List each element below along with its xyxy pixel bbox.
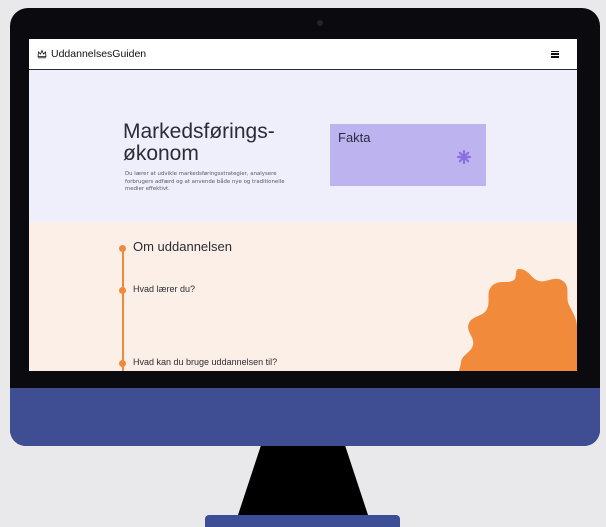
orange-sun-blob	[459, 269, 577, 371]
crown-logo-icon	[37, 49, 47, 59]
site-header: UddannelsesGuiden	[29, 39, 577, 70]
facts-title: Fakta	[338, 130, 371, 145]
hero-lead: Du lærer at udvikle markedsføringsstrate…	[125, 171, 285, 192]
monitor-base	[205, 515, 400, 527]
use-heading: Hvad kan du bruge uddannelsen til?	[133, 357, 278, 367]
page-title-line-2: økonom	[123, 142, 199, 165]
timeline-line	[122, 249, 124, 371]
learn-heading: Hvad lærer du?	[133, 284, 196, 294]
timeline-dot-1	[119, 245, 126, 252]
page-title: Markedsførings- økonom	[123, 121, 323, 165]
page-title-line-1: Markedsførings-	[123, 120, 275, 143]
asterisk-flower-icon	[457, 150, 471, 164]
brand-link[interactable]: UddannelsesGuiden	[37, 48, 146, 60]
monitor-stand	[237, 446, 369, 518]
timeline-dot-2	[119, 287, 126, 294]
hamburger-menu-icon[interactable]	[551, 50, 559, 58]
brand-name: UddannelsesGuiden	[51, 48, 147, 60]
section-heading: Om uddannelsen	[133, 239, 233, 254]
website-screen: UddannelsesGuiden Markedsførings- økonom…	[29, 39, 577, 371]
monitor-chin	[10, 388, 600, 446]
hero-section: Markedsførings- økonom Du lærer at udvik…	[29, 70, 577, 222]
webcam	[317, 20, 323, 26]
timeline-dot-3	[119, 360, 126, 367]
